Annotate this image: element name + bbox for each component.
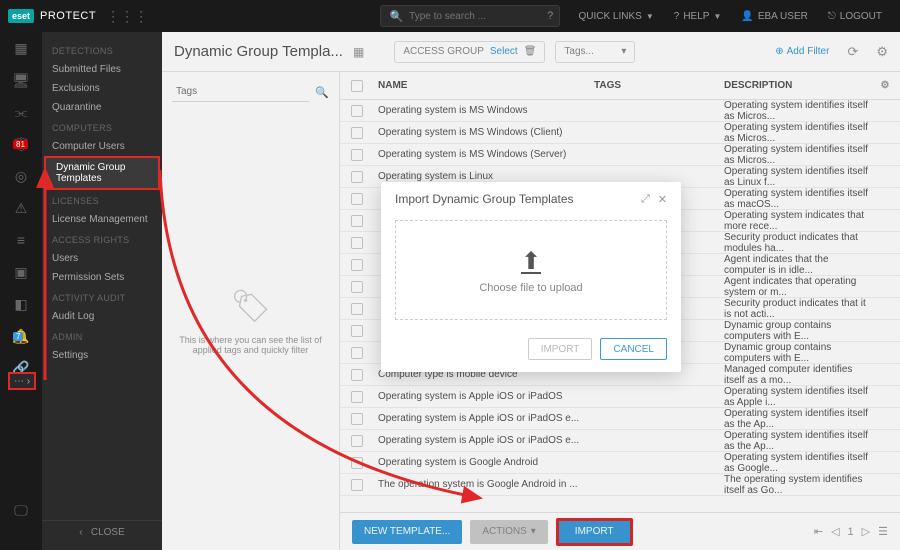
chevron-down-icon: ▼ [646,12,654,21]
modal-title: Import Dynamic Group Templates [395,192,574,206]
share-icon[interactable]: ⫘ [11,102,31,122]
help-icon[interactable]: ? [547,10,553,22]
nav-section-title: DETECTIONS [42,40,162,60]
import-modal: Import Dynamic Group Templates ⤢ ✕ ⬆ Cho… [381,182,681,372]
nav-item[interactable]: Exclusions [42,79,162,98]
user-icon: 👤 [741,11,753,22]
nav-item[interactable]: Permission Sets [42,268,162,287]
bell-icon[interactable]: 🔔7 [11,326,31,346]
nav-section-title: LICENSES [42,190,162,210]
nav-panel: DETECTIONSSubmitted FilesExclusionsQuara… [42,32,162,550]
chart-icon[interactable]: ≡ [11,230,31,250]
global-search[interactable]: 🔍 ? [380,5,560,27]
upload-icon: ⬆ [521,247,541,274]
close-icon[interactable]: ✕ [658,193,667,206]
icon-sidebar: ▦ 🖥 ⫘ 🛡81 ◎ ⚠ ≡ ▣ ◧ 🔔7 🔗 ⋯ › 🖵 [0,32,42,550]
file-drop-zone[interactable]: ⬆ Choose file to upload [395,220,667,320]
shield-icon[interactable]: 🛡81 [11,134,31,154]
brand: eset PROTECT [8,9,96,23]
expand-button[interactable]: ⋯ › [8,372,36,390]
warning-icon[interactable]: ⚠ [11,198,31,218]
expand-icon[interactable]: ⤢ [641,193,650,206]
modal-import-button[interactable]: IMPORT [528,338,593,360]
logout-button[interactable]: ⎋LOGOUT [818,11,892,22]
brand-name: PROTECT [40,10,96,22]
modal-overlay: Import Dynamic Group Templates ⤢ ✕ ⬆ Cho… [162,32,900,550]
nav-item[interactable]: Audit Log [42,307,162,326]
search-input[interactable] [409,11,541,22]
modal-cancel-button[interactable]: CANCEL [600,338,667,360]
chevron-down-icon: ▼ [713,12,721,21]
target-icon[interactable]: ◎ [11,166,31,186]
nav-section-title: ACTIVITY AUDIT [42,287,162,307]
nav-item[interactable]: Submitted Files [42,60,162,79]
nav-section-title: ACCESS RIGHTS [42,229,162,249]
nav-item[interactable]: License Management [42,210,162,229]
nav-item[interactable]: Computer Users [42,137,162,156]
badge: 81 [13,140,28,149]
policy-icon[interactable]: ◧ [11,294,31,314]
search-icon: 🔍 [389,10,403,23]
help-menu[interactable]: ?HELP▼ [664,11,732,22]
drop-label: Choose file to upload [479,282,582,294]
monitor-icon[interactable]: 🖥 [11,70,31,90]
nav-section-title: ADMIN [42,326,162,346]
display-icon[interactable]: 🖵 [11,500,31,520]
dashboard-icon[interactable]: ▦ [11,38,31,58]
package-icon[interactable]: ▣ [11,262,31,282]
nav-item[interactable]: Settings [42,346,162,365]
quick-links[interactable]: QUICK LINKS▼ [568,11,663,22]
help-circle-icon: ? [674,11,680,22]
top-bar: eset PROTECT ⋮⋮⋮ 🔍 ? QUICK LINKS▼ ?HELP▼… [0,0,900,32]
nav-item[interactable]: Dynamic Group Templates [44,156,160,190]
main-area: Dynamic Group Templa... ▦ ACCESS GROUP S… [162,32,900,550]
badge: 7 [13,332,23,341]
nav-close[interactable]: ‹ CLOSE [42,520,162,544]
user-menu[interactable]: 👤EBA USER [731,11,817,22]
nav-section-title: COMPUTERS [42,117,162,137]
nav-item[interactable]: Quarantine [42,98,162,117]
nav-item[interactable]: Users [42,249,162,268]
brand-badge: eset [8,9,34,23]
apps-grid-icon[interactable]: ⋮⋮⋮ [106,8,148,25]
logout-icon: ⎋ [828,11,836,22]
